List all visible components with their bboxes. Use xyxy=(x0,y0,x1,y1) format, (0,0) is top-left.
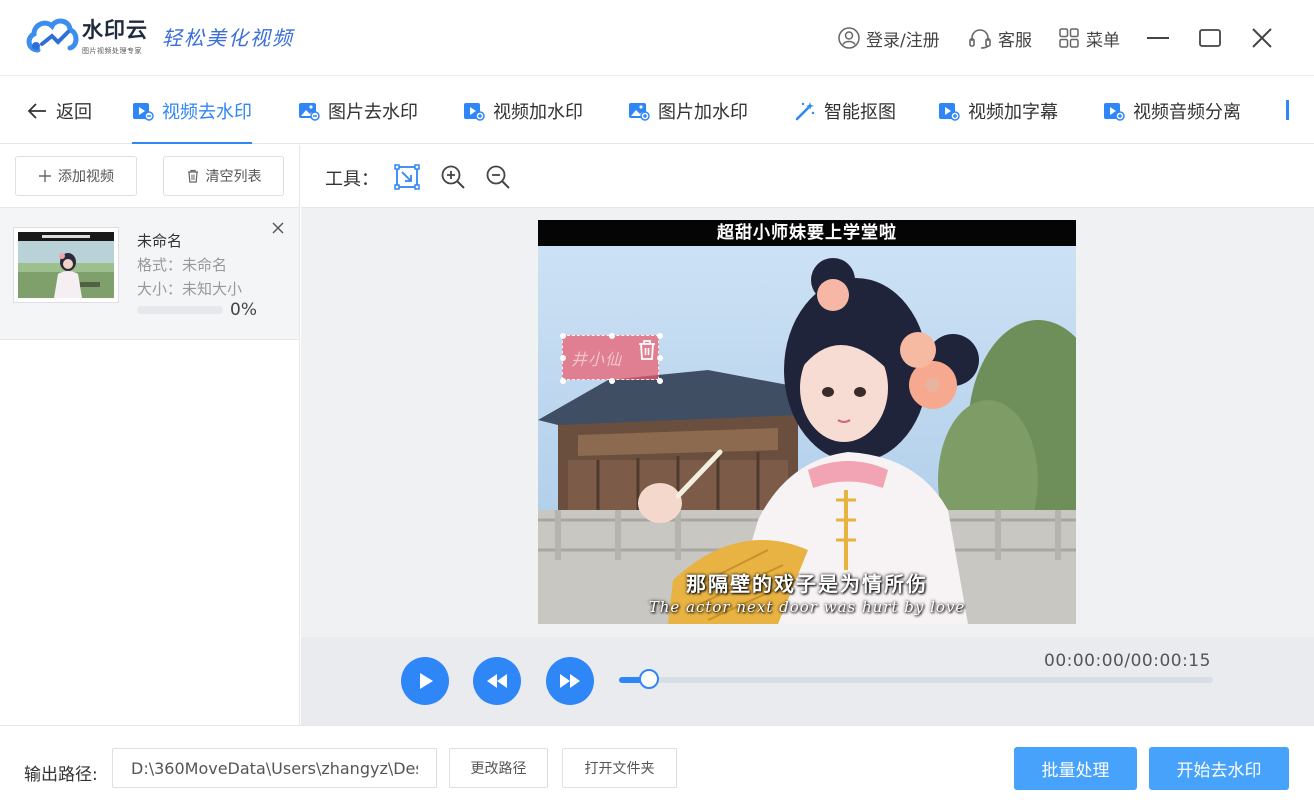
seek-bar[interactable] xyxy=(619,669,1213,689)
headset-icon xyxy=(969,29,991,49)
grid-menu-icon xyxy=(1059,28,1079,48)
tab-image-add-watermark[interactable]: 图片加水印 xyxy=(628,77,748,144)
resize-handle[interactable] xyxy=(560,355,566,361)
play-button[interactable] xyxy=(401,657,449,705)
resize-handle[interactable] xyxy=(609,333,615,339)
image-icon xyxy=(629,102,650,121)
subtitle-chinese: 那隔壁的戏子是为情所伤 xyxy=(686,572,928,596)
watermark-selection-box[interactable]: 井小仙 xyxy=(560,333,663,384)
video-thumbnail xyxy=(13,227,119,303)
tab-video-add-subtitles[interactable]: 视频加字幕 xyxy=(938,77,1058,144)
video-icon xyxy=(939,102,960,121)
select-area-icon[interactable] xyxy=(393,163,421,191)
preview-area: 超甜小师妹要上学堂啦 那隔壁的戏子是为情所伤 The actor next do… xyxy=(301,208,1314,637)
timecode: 00:00:00/00:00:15 xyxy=(1044,651,1211,671)
zoom-in-icon[interactable] xyxy=(439,163,467,191)
file-name: 未命名 xyxy=(137,232,183,250)
zoom-out-icon[interactable] xyxy=(484,163,512,191)
magic-wand-icon xyxy=(795,101,815,120)
video-icon xyxy=(464,102,485,121)
customer-service-link[interactable]: 客服 xyxy=(968,26,1032,51)
title-bar: 水印云 图片视频处理专家 轻松美化视频 登录/注册 客服 菜单 xyxy=(0,0,1314,76)
remove-file-button[interactable] xyxy=(270,220,286,236)
resize-handle[interactable] xyxy=(657,378,663,384)
arrow-left-icon xyxy=(27,102,46,119)
change-path-button[interactable]: 更改路径 xyxy=(449,748,548,788)
back-label: 返回 xyxy=(56,101,92,123)
service-label: 客服 xyxy=(998,30,1032,51)
resize-handle[interactable] xyxy=(560,333,566,339)
tool-label: 工具： xyxy=(325,169,379,190)
tab-label: 视频去水印 xyxy=(162,101,252,123)
start-remove-watermark-button[interactable]: 开始去水印 xyxy=(1149,747,1289,790)
clear-list-button[interactable]: 清空列表 xyxy=(163,156,284,196)
batch-process-button[interactable]: 批量处理 xyxy=(1014,747,1137,790)
rewind-button[interactable] xyxy=(473,657,521,705)
login-link[interactable]: 登录/注册 xyxy=(838,26,940,51)
play-icon xyxy=(420,673,433,689)
tab-label: 视频加字幕 xyxy=(968,101,1058,123)
video-scene xyxy=(538,220,1076,624)
plus-icon xyxy=(39,170,51,182)
rewind-icon xyxy=(487,674,507,688)
back-button[interactable]: 返回 xyxy=(26,77,92,144)
add-video-label: 添加视频 xyxy=(58,169,114,185)
list-item[interactable]: 未命名 格式：未命名 大小：未知大小 0% xyxy=(0,208,299,340)
clear-list-label: 清空列表 xyxy=(205,169,262,185)
tab-label: 图片加水印 xyxy=(658,101,748,123)
tab-image-remove-watermark[interactable]: 图片去水印 xyxy=(298,77,418,144)
open-folder-button[interactable]: 打开文件夹 xyxy=(562,748,677,788)
player-controls: 00:00:00/00:00:15 xyxy=(301,637,1314,725)
progress-bar xyxy=(137,306,223,314)
tab-video-audio-split[interactable]: 视频音频分离 xyxy=(1103,77,1241,144)
file-list-panel: 添加视频 清空列表 未命名 格式：未命名 大小：未知大小 0% xyxy=(0,145,300,725)
video-icon xyxy=(1104,102,1125,121)
tab-video-remove-watermark[interactable]: 视频去水印 xyxy=(132,77,252,144)
user-icon xyxy=(838,27,860,49)
tab-label: 视频加水印 xyxy=(493,101,583,123)
trash-icon xyxy=(187,169,198,183)
menu-link[interactable]: 菜单 xyxy=(1058,26,1120,51)
tab-label: 智能抠图 xyxy=(824,101,896,123)
fast-forward-button[interactable] xyxy=(546,657,594,705)
output-path-field[interactable] xyxy=(112,748,437,788)
cloud-logo-icon xyxy=(26,18,79,53)
tab-label: 视频音频分离 xyxy=(1133,101,1241,123)
feature-nav: 返回 视频去水印 图片去水印 视频加水印 图片加水印 智能抠图 视频加字幕 视频… xyxy=(0,77,1314,144)
add-video-button[interactable]: 添加视频 xyxy=(15,156,137,196)
tool-bar: 工具： xyxy=(301,145,1314,208)
minimize-button[interactable] xyxy=(1142,22,1174,54)
footer: 输出路径: 更改路径 打开文件夹 批量处理 开始去水印 xyxy=(0,725,1314,810)
tab-smart-cutout[interactable]: 智能抠图 xyxy=(794,77,896,144)
brand: 水印云 图片视频处理专家 xyxy=(82,14,148,56)
close-button[interactable] xyxy=(1246,22,1278,54)
file-size: 大小：未知大小 xyxy=(137,280,243,298)
image-icon xyxy=(299,102,320,121)
maximize-button[interactable] xyxy=(1194,22,1226,54)
video-title-caption: 超甜小师妹要上学堂啦 xyxy=(538,220,1076,246)
brand-name: 水印云 xyxy=(82,18,148,42)
progress-text: 0% xyxy=(230,300,257,320)
video-frame: 超甜小师妹要上学堂啦 那隔壁的戏子是为情所伤 The actor next do… xyxy=(538,220,1076,624)
resize-handle[interactable] xyxy=(609,378,615,384)
tab-label: 图片去水印 xyxy=(328,101,418,123)
seek-handle[interactable] xyxy=(639,669,659,689)
file-format: 格式：未命名 xyxy=(137,256,228,274)
tab-video-add-watermark[interactable]: 视频加水印 xyxy=(463,77,583,144)
delete-selection-icon[interactable] xyxy=(636,338,658,362)
brand-subtitle: 图片视频处理专家 xyxy=(82,47,142,55)
login-label: 登录/注册 xyxy=(866,30,940,51)
fast-forward-icon xyxy=(560,674,580,688)
resize-handle[interactable] xyxy=(560,378,566,384)
subtitle-english: The actor next door was hurt by love xyxy=(648,598,966,616)
output-path-label: 输出路径: xyxy=(24,765,98,785)
nav-overflow-indicator xyxy=(1286,100,1289,120)
video-icon xyxy=(133,102,154,121)
menu-label: 菜单 xyxy=(1086,30,1120,51)
watermark-text: 井小仙 xyxy=(571,350,623,369)
slogan: 轻松美化视频 xyxy=(162,26,294,50)
